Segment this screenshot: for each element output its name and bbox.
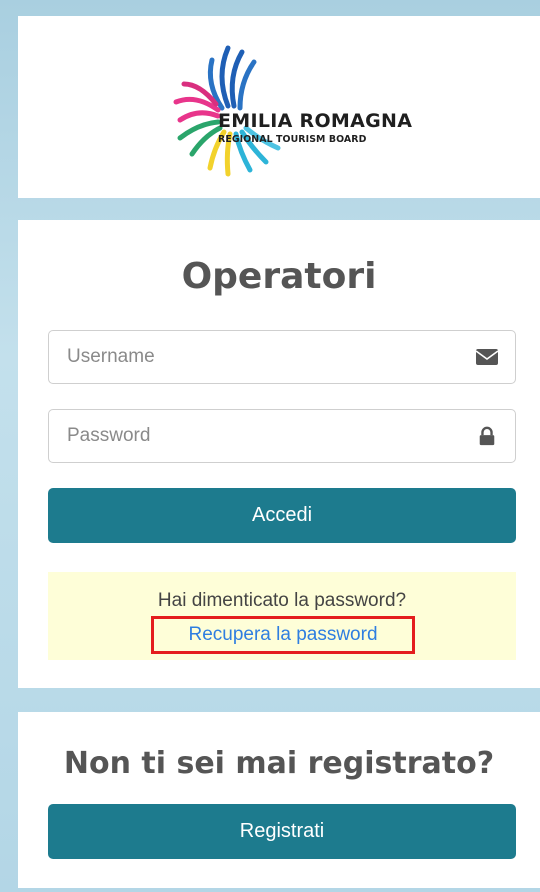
brand-logo: EMILIA ROMAGNA REGIONAL TOURISM BOARD bbox=[158, 36, 418, 186]
register-title: Non ti sei mai registrato? bbox=[63, 746, 495, 781]
forgot-password-question: Hai dimenticato la password? bbox=[157, 590, 407, 611]
lock-icon bbox=[479, 426, 495, 446]
login-button[interactable]: Accedi bbox=[48, 488, 516, 543]
password-input[interactable] bbox=[67, 410, 457, 462]
forgot-password-notice: Hai dimenticato la password? Recupera la… bbox=[48, 572, 516, 660]
recover-password-link[interactable]: Recupera la password bbox=[151, 616, 415, 654]
envelope-icon bbox=[475, 349, 499, 365]
register-panel: Non ti sei mai registrato? Registrati bbox=[18, 712, 540, 888]
login-panel: Operatori Accedi Hai dimenticato la pass… bbox=[18, 220, 540, 688]
username-input[interactable] bbox=[67, 331, 457, 383]
logo-panel: EMILIA ROMAGNA REGIONAL TOURISM BOARD bbox=[18, 16, 540, 198]
page-title: Operatori bbox=[181, 256, 377, 297]
logo-subtitle: REGIONAL TOURISM BOARD bbox=[218, 134, 367, 145]
password-field-group bbox=[48, 409, 516, 463]
logo-title: EMILIA ROMAGNA bbox=[218, 110, 413, 132]
username-field-group bbox=[48, 330, 516, 384]
register-button[interactable]: Registrati bbox=[48, 804, 516, 859]
